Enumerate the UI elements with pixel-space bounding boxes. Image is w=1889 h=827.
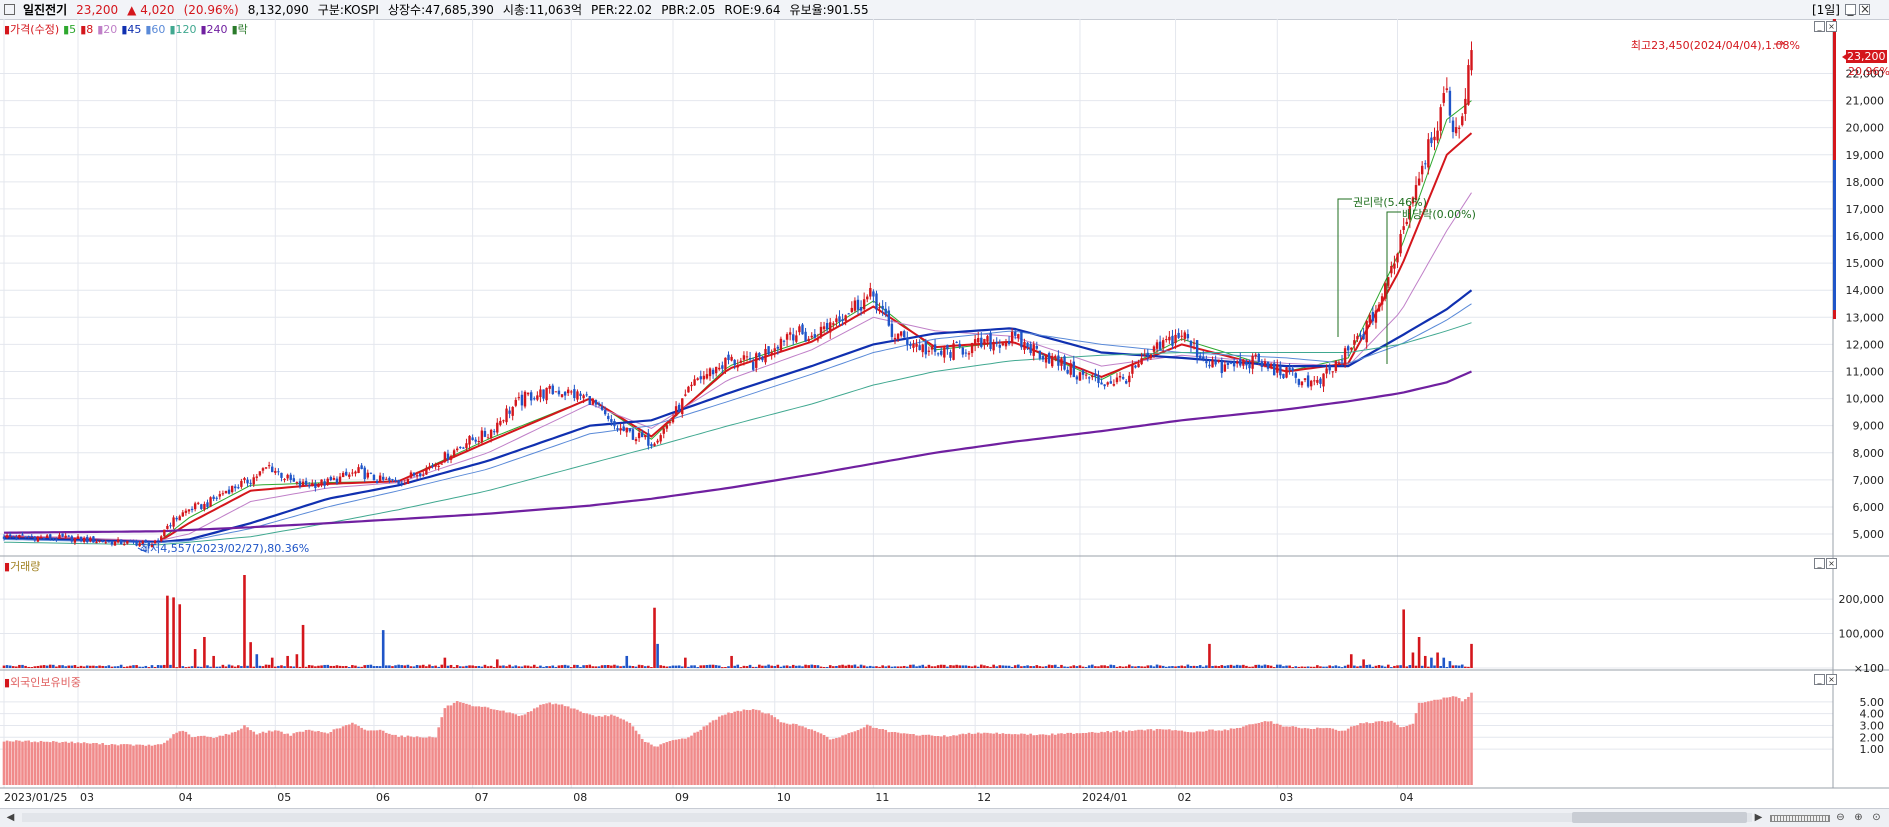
foreign-title: ▮외국인보유비중 (4, 676, 81, 689)
x-tick-label: 06 (376, 791, 390, 804)
legend-item-2[interactable]: ▮8 (80, 23, 93, 36)
x-tick-label: 11 (875, 791, 889, 804)
dividend-event-label: 배당락(0.00%) (1402, 208, 1476, 221)
current-price-tag: 23,200 (1846, 50, 1887, 63)
low-annotation: 최저4,557(2023/02/27),80.36% (140, 542, 310, 555)
high-annotation: 최고23,450(2024/04/04),1.08% (1630, 39, 1800, 52)
price-panel-close-button[interactable]: × (1826, 21, 1837, 32)
legend-item-6[interactable]: ▮120 (169, 23, 196, 36)
zoom-out-icon[interactable]: ⊖ (1834, 811, 1847, 824)
x-tick-label: 02 (1178, 791, 1192, 804)
zoom-reset-icon[interactable]: ⊙ (1870, 811, 1883, 824)
foreign-panel-close-button[interactable]: × (1826, 674, 1837, 685)
x-tick-label: 03 (1279, 791, 1293, 804)
price-panel-minimize-button[interactable]: _ (1814, 21, 1825, 32)
x-tick-label: 07 (475, 791, 489, 804)
scroll-track[interactable] (22, 813, 1752, 822)
x-tick-label: 2023/01/25 (4, 791, 67, 804)
legend-item-0[interactable]: ▮가격(수정) (4, 23, 59, 36)
volume-panel-close-button[interactable]: × (1826, 558, 1837, 569)
scroll-thumb[interactable] (1572, 812, 1747, 823)
price-legend: ▮가격(수정) ▮5 ▮8 ▮20 ▮45 ▮60 ▮120 ▮240 ▮락 (4, 21, 252, 37)
x-tick-label: 03 (80, 791, 94, 804)
x-tick-label: 10 (777, 791, 791, 804)
x-tick-label: 09 (675, 791, 689, 804)
price-panel: ▮가격(수정) ▮5 ▮8 ▮20 ▮45 ▮60 ▮120 ▮240 ▮락 최고23,450(… (0, 19, 1889, 556)
legend-item-7[interactable]: ▮240 (201, 23, 228, 36)
x-tick-label: 04 (1400, 791, 1414, 804)
current-pct-tag: 20.96% (1848, 65, 1889, 78)
legend-item-3[interactable]: ▮20 (97, 23, 117, 36)
volume-title: ▮거래량 (4, 560, 41, 573)
x-tick-label: 04 (179, 791, 193, 804)
zoom-slider[interactable] (1770, 815, 1830, 822)
legend-item-4[interactable]: ▮45 (121, 23, 141, 36)
foreign-ownership-panel: ▮외국인보유비중 _ × (0, 672, 1889, 788)
volume-panel-minimize-button[interactable]: _ (1814, 558, 1825, 569)
chart-scroll-bar[interactable]: ◀ ▶ ⊖ ⊕ ⊙ (0, 808, 1889, 827)
zoom-in-icon[interactable]: ⊕ (1852, 811, 1865, 824)
x-tick-label: 2024/01 (1082, 791, 1128, 804)
x-tick-label: 08 (573, 791, 587, 804)
foreign-panel-minimize-button[interactable]: _ (1814, 674, 1825, 685)
scroll-right-icon[interactable]: ▶ (1752, 811, 1765, 824)
volume-panel: ▮거래량 _ × (0, 556, 1889, 670)
x-axis-ticks: 2023/01/25 03 04 05 06 07 08 09 10 11 12 2024/01 02 0… (4, 791, 1414, 804)
x-tick-label: 05 (277, 791, 291, 804)
scroll-left-icon[interactable]: ◀ (4, 811, 17, 824)
legend-item-1[interactable]: ▮5 (63, 23, 76, 36)
legend-item-8[interactable]: ▮락 (232, 23, 248, 36)
x-tick-label: 12 (977, 791, 991, 804)
legend-item-5[interactable]: ▮60 (145, 23, 165, 36)
